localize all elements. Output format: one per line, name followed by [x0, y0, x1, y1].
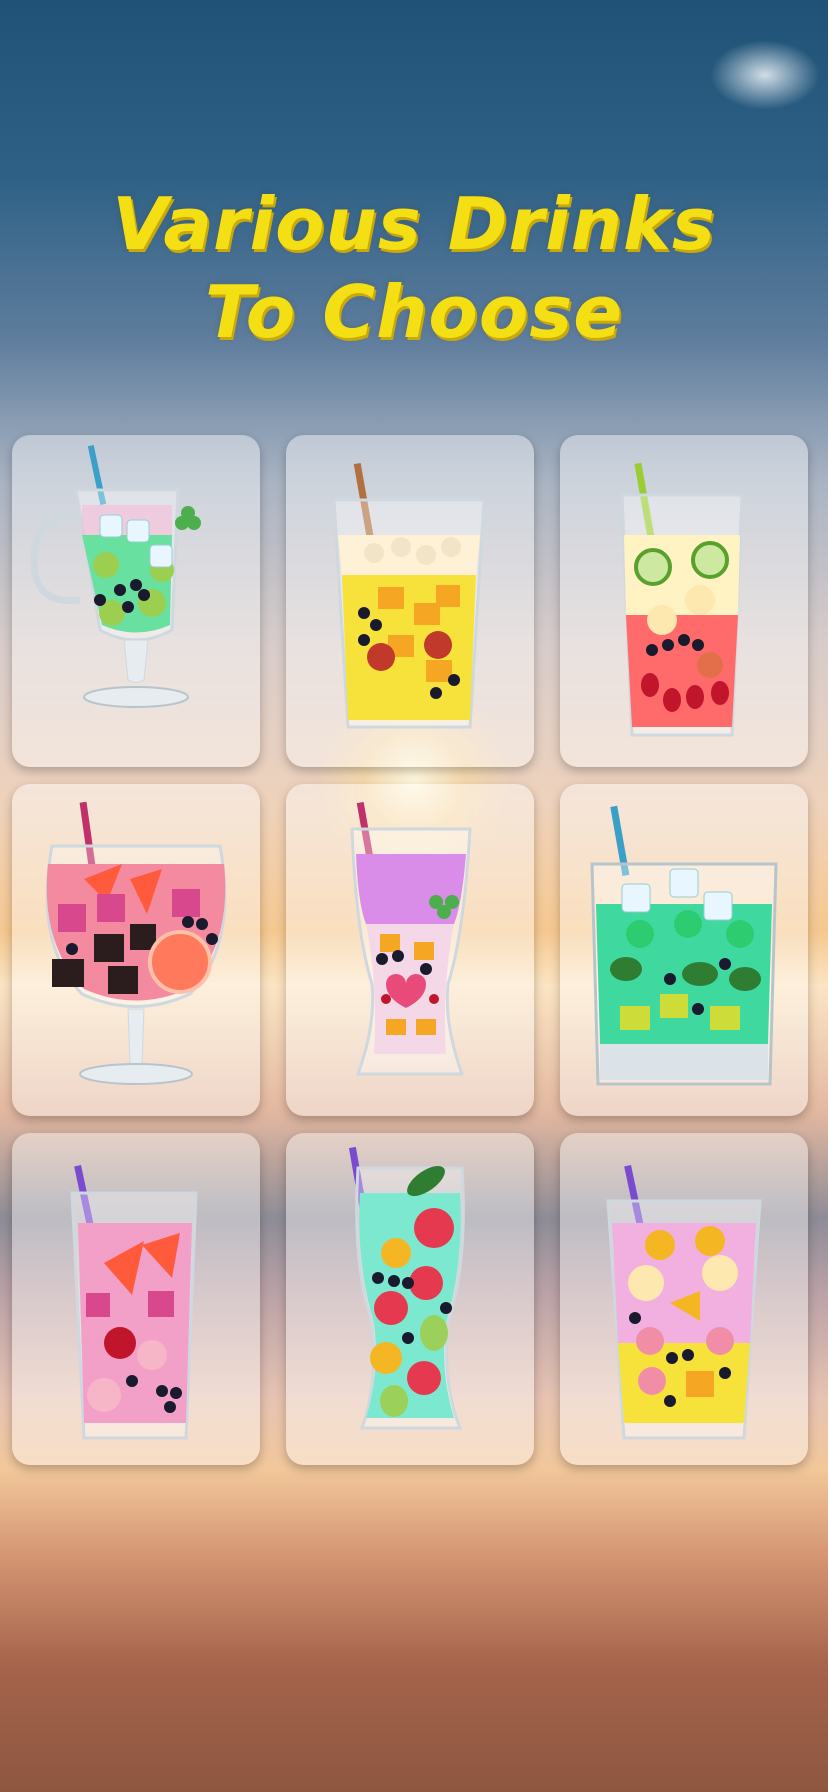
drink-card-9[interactable] — [560, 1133, 808, 1465]
headline: Various Drinks To Choose — [0, 180, 828, 356]
drink-illustration-4 — [45, 801, 227, 1085]
drink-illustration-3 — [620, 462, 744, 737]
drink-card-1[interactable] — [12, 435, 260, 767]
headline-line-1: Various Drinks — [112, 182, 716, 266]
drink-illustration-1 — [30, 445, 201, 708]
drink-card-5[interactable] — [286, 784, 534, 1116]
drink-card-2[interactable] — [286, 435, 534, 767]
drink-illustration-8 — [348, 1146, 465, 1430]
drink-illustration-7 — [70, 1164, 198, 1440]
drink-illustration-5 — [350, 801, 472, 1076]
drink-card-7[interactable] — [12, 1133, 260, 1465]
drink-illustration-6 — [590, 805, 778, 1086]
drink-card-4[interactable] — [12, 784, 260, 1116]
drink-card-8[interactable] — [286, 1133, 534, 1465]
drink-illustration-9 — [606, 1164, 762, 1440]
drink-illustration-2 — [332, 462, 486, 729]
drink-card-6[interactable] — [560, 784, 808, 1116]
drink-grid — [12, 435, 818, 1465]
drink-card-3[interactable] — [560, 435, 808, 767]
cloud-decoration — [710, 40, 820, 110]
headline-line-2: To Choose — [204, 270, 624, 354]
